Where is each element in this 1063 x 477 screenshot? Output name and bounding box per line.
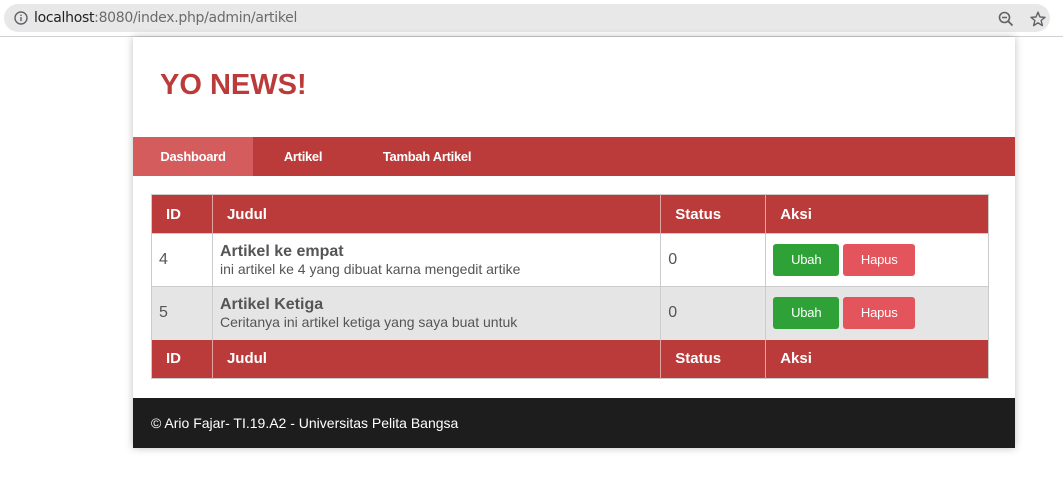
header-judul: Judul <box>212 194 662 234</box>
header-id: ID <box>151 194 213 234</box>
header-status: Status <box>660 194 767 234</box>
nav-item-tambah-artikel[interactable]: Tambah Artikel <box>369 137 485 176</box>
header-aksi: Aksi <box>765 194 989 234</box>
edit-button[interactable]: Ubah <box>773 244 840 276</box>
delete-button[interactable]: Hapus <box>843 244 916 276</box>
article-title: Artikel Ketiga <box>219 295 324 313</box>
url-path: :8080/index.php/admin/artikel <box>94 10 298 26</box>
url-text[interactable]: localhost:8080/index.php/admin/artikel <box>34 10 297 26</box>
cell-id: 4 <box>151 233 213 287</box>
footer-copyright: © Ario Fajar- TI.19.A2 - Universitas Pel… <box>151 415 459 431</box>
footer-status: Status <box>660 339 767 379</box>
cell-judul: Artikel Ketiga Ceritanya ini artikel ket… <box>212 286 662 340</box>
delete-button[interactable]: Hapus <box>843 297 916 330</box>
table-header-row: ID Judul Status Aksi <box>151 194 989 234</box>
nav-item-artikel[interactable]: Artikel <box>267 137 339 176</box>
footer-judul: Judul <box>212 339 662 379</box>
edit-button[interactable]: Ubah <box>773 297 840 330</box>
footer-aksi: Aksi <box>765 339 989 379</box>
main-navbar: Dashboard Artikel Tambah Artikel <box>133 137 1015 176</box>
star-icon[interactable] <box>1030 11 1046 27</box>
article-title: Artikel ke empat <box>219 242 344 260</box>
url-host: localhost <box>34 10 95 26</box>
cell-status: 0 <box>660 233 767 287</box>
address-bar[interactable]: localhost:8080/index.php/admin/artikel <box>4 4 1050 32</box>
article-description: Ceritanya ini artikel ketiga yang saya b… <box>219 313 518 330</box>
footer-id: ID <box>151 339 213 379</box>
table-footer-row: ID Judul Status Aksi <box>151 339 989 379</box>
article-description: ini artikel ke 4 yang dibuat karna menge… <box>219 260 521 277</box>
cell-status: 0 <box>660 286 767 340</box>
page-footer: © Ario Fajar- TI.19.A2 - Universitas Pel… <box>133 398 1015 448</box>
zoom-out-icon[interactable] <box>998 11 1014 27</box>
cell-aksi: Ubah Hapus <box>765 286 989 340</box>
table-row: 4 Artikel ke empat ini artikel ke 4 yang… <box>151 233 989 287</box>
nav-item-dashboard[interactable]: Dashboard <box>133 137 253 176</box>
cell-aksi: Ubah Hapus <box>765 233 989 287</box>
browser-toolbar: localhost:8080/index.php/admin/artikel <box>0 0 1063 37</box>
cell-id: 5 <box>151 286 213 340</box>
table-row: 5 Artikel Ketiga Ceritanya ini artikel k… <box>151 286 989 340</box>
info-icon[interactable] <box>14 11 28 25</box>
page-container: YO NEWS! Dashboard Artikel Tambah Artike… <box>133 37 1015 448</box>
site-title: YO NEWS! <box>160 69 307 101</box>
cell-judul: Artikel ke empat ini artikel ke 4 yang d… <box>212 233 662 287</box>
articles-table: ID Judul Status Aksi 4 Artikel ke empat … <box>151 194 989 379</box>
